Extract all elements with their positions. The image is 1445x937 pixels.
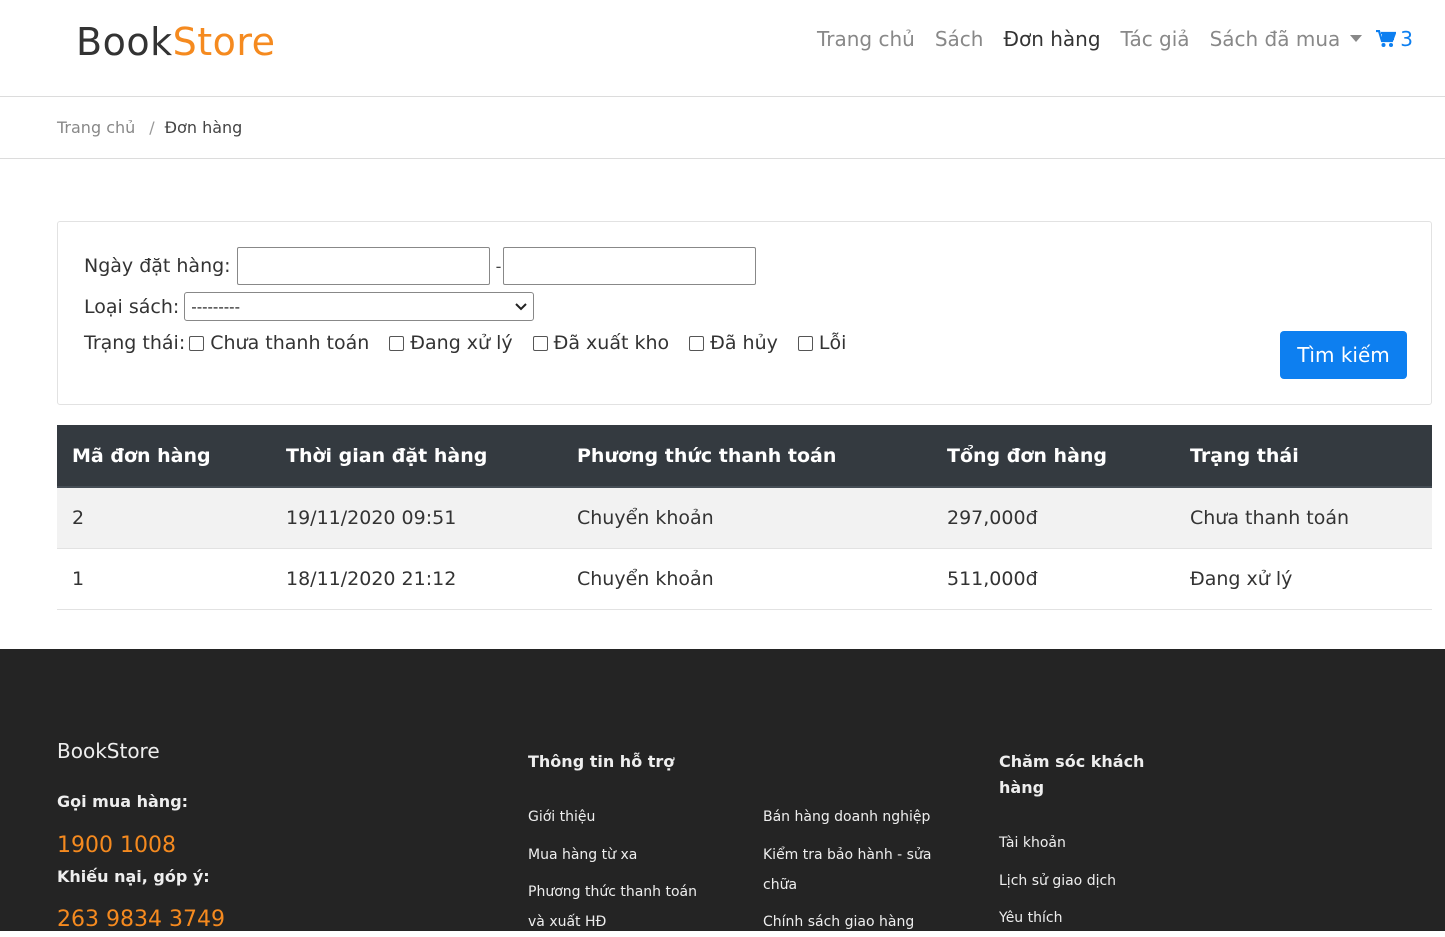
footer-complaint-number[interactable]: 263 9834 3749 bbox=[57, 907, 225, 932]
cell-status: Chưa thanh toán bbox=[1190, 507, 1350, 529]
nav-purchased-label: Sách đã mua bbox=[1209, 27, 1341, 51]
footer-support-heading: Thông tin hỗ trợ bbox=[528, 752, 675, 771]
site-footer: BookStore Gọi mua hàng: 1900 1008 Khiếu … bbox=[0, 649, 1445, 933]
status-option-processing[interactable]: Đang xử lý bbox=[389, 332, 513, 354]
footer-care-heading-line1: Chăm sóc khách bbox=[999, 752, 1145, 771]
checkbox-unpaid[interactable] bbox=[189, 335, 205, 351]
cart-count: 3 bbox=[1400, 27, 1413, 51]
status-option-unpaid[interactable]: Chưa thanh toán bbox=[189, 332, 369, 354]
footer-link-transaction-history[interactable]: Lịch sử giao dịch bbox=[999, 866, 1116, 896]
caret-down-icon bbox=[1350, 35, 1363, 42]
top-navbar: BookStore Trang chủ Sách Đơn hàng Tác gi… bbox=[0, 0, 1445, 97]
brand-text-book: Book bbox=[76, 20, 173, 64]
footer-link-about[interactable]: Giới thiệu bbox=[528, 802, 595, 832]
header-status: Trạng thái bbox=[1190, 444, 1299, 467]
checkbox-cancelled[interactable] bbox=[689, 335, 705, 351]
footer-link-payment-methods-line2[interactable]: và xuất HĐ bbox=[528, 907, 606, 937]
nav-home[interactable]: Trang chủ bbox=[817, 27, 915, 51]
footer-call-label: Gọi mua hàng: bbox=[57, 792, 189, 811]
date-label: Ngày đặt hàng: bbox=[84, 255, 231, 277]
status-filter-row: Trạng thái: Chưa thanh toán Đang xử lý Đ… bbox=[84, 332, 866, 354]
checkbox-shipped[interactable] bbox=[532, 335, 548, 351]
date-separator: - bbox=[495, 256, 502, 276]
status-option-label: Đã xuất kho bbox=[553, 332, 670, 354]
footer-link-payment-methods[interactable]: Phương thức thanh toán bbox=[528, 877, 697, 907]
status-option-label: Lỗi bbox=[818, 332, 847, 354]
header-payment-method: Phương thức thanh toán bbox=[577, 444, 837, 467]
cell-order-id: 1 bbox=[72, 568, 85, 590]
breadcrumb-home[interactable]: Trang chủ bbox=[57, 118, 135, 137]
date-filter-row: Ngày đặt hàng: - bbox=[84, 247, 757, 285]
footer-link-shipping-policy[interactable]: Chính sách giao hàng bbox=[763, 907, 914, 937]
cell-order-id: 2 bbox=[72, 507, 85, 529]
status-option-label: Đang xử lý bbox=[410, 332, 513, 354]
breadcrumb-bar: Trang chủ / Đơn hàng bbox=[0, 97, 1445, 159]
order-filter-panel: Ngày đặt hàng: - Loại sách: --------- Tr… bbox=[57, 221, 1432, 405]
table-row[interactable]: 2 19/11/2020 09:51 Chuyển khoản 297,000đ… bbox=[57, 488, 1432, 549]
cell-order-total: 297,000đ bbox=[947, 507, 1038, 529]
footer-care-heading-line2: hàng bbox=[999, 778, 1045, 797]
nav-authors[interactable]: Tác giả bbox=[1121, 27, 1190, 51]
footer-link-remote-purchase[interactable]: Mua hàng từ xa bbox=[528, 840, 637, 870]
status-option-cancelled[interactable]: Đã hủy bbox=[689, 332, 778, 354]
cell-order-time: 18/11/2020 21:12 bbox=[286, 568, 457, 590]
footer-link-favorites[interactable]: Yêu thích bbox=[999, 903, 1062, 933]
status-option-label: Đã hủy bbox=[710, 332, 778, 354]
footer-call-number[interactable]: 1900 1008 bbox=[57, 833, 176, 858]
footer-link-warranty-check[interactable]: Kiểm tra bảo hành - sửa bbox=[763, 840, 931, 870]
nav-orders[interactable]: Đơn hàng bbox=[1003, 27, 1100, 51]
cell-payment-method: Chuyển khoản bbox=[577, 568, 714, 590]
cell-payment-method: Chuyển khoản bbox=[577, 507, 714, 529]
category-filter-row: Loại sách: --------- bbox=[84, 292, 535, 321]
date-from-input[interactable] bbox=[236, 247, 490, 285]
status-label: Trạng thái: bbox=[84, 332, 186, 354]
category-select[interactable]: --------- bbox=[184, 292, 535, 321]
orders-table: Mã đơn hàng Thời gian đặt hàng Phương th… bbox=[57, 425, 1432, 610]
nav-books[interactable]: Sách bbox=[935, 27, 984, 51]
footer-complaint-label: Khiếu nại, góp ý: bbox=[57, 867, 210, 886]
cell-order-total: 511,000đ bbox=[947, 568, 1038, 590]
breadcrumb-current: Đơn hàng bbox=[164, 118, 243, 137]
header-order-id: Mã đơn hàng bbox=[72, 444, 211, 467]
date-to-input[interactable] bbox=[503, 247, 757, 285]
table-row[interactable]: 1 18/11/2020 21:12 Chuyển khoản 511,000đ… bbox=[57, 549, 1432, 610]
footer-link-account[interactable]: Tài khoản bbox=[999, 828, 1066, 858]
breadcrumb-separator: / bbox=[149, 118, 155, 137]
footer-care-heading: Chăm sóc khách hàng bbox=[999, 749, 1144, 801]
category-label: Loại sách: bbox=[84, 295, 180, 318]
brand-text-store: Store bbox=[172, 20, 276, 64]
header-order-time: Thời gian đặt hàng bbox=[286, 444, 488, 467]
footer-link-enterprise-sales[interactable]: Bán hàng doanh nghiệp bbox=[763, 802, 930, 832]
footer-brand: BookStore bbox=[57, 739, 160, 763]
chevron-down-icon bbox=[515, 302, 527, 310]
breadcrumb: Trang chủ / Đơn hàng bbox=[57, 118, 242, 137]
search-button[interactable]: Tìm kiếm bbox=[1280, 331, 1407, 379]
cell-order-time: 19/11/2020 09:51 bbox=[286, 507, 457, 529]
status-option-error[interactable]: Lỗi bbox=[797, 332, 847, 354]
checkbox-error[interactable] bbox=[797, 335, 813, 351]
cell-status: Đang xử lý bbox=[1190, 568, 1293, 590]
cart-link[interactable]: 3 bbox=[1376, 27, 1413, 51]
checkbox-processing[interactable] bbox=[389, 335, 405, 351]
footer-link-warranty-check-line2[interactable]: chữa bbox=[763, 870, 797, 900]
header-order-total: Tổng đơn hàng bbox=[947, 444, 1108, 467]
table-header: Mã đơn hàng Thời gian đặt hàng Phương th… bbox=[57, 425, 1432, 488]
status-option-shipped[interactable]: Đã xuất kho bbox=[532, 332, 670, 354]
nav-purchased-dropdown[interactable]: Sách đã mua bbox=[1210, 27, 1363, 51]
brand-logo[interactable]: BookStore bbox=[76, 20, 276, 64]
status-option-label: Chưa thanh toán bbox=[210, 332, 370, 354]
cart-icon bbox=[1376, 30, 1397, 47]
main-nav: Trang chủ Sách Đơn hàng Tác giả Sách đã … bbox=[797, 27, 1413, 51]
category-selected-value: --------- bbox=[191, 297, 240, 316]
